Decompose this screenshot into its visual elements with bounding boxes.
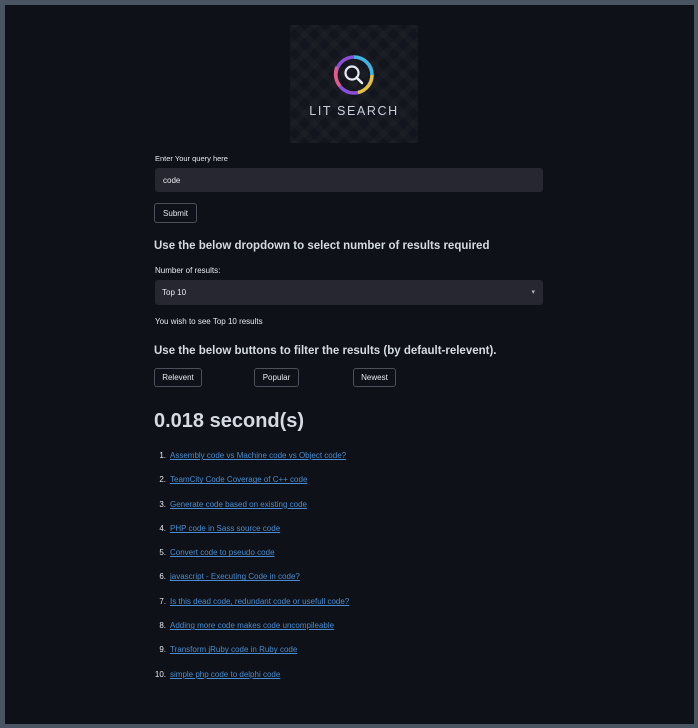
result-number: 9.	[159, 645, 166, 655]
result-link[interactable]: TeamCity Code Coverage of C++ code	[170, 473, 307, 487]
result-link[interactable]: PHP code in Sass source code	[170, 522, 280, 536]
result-number: 8.	[159, 621, 166, 631]
result-number: 1.	[159, 451, 166, 460]
relevent-button[interactable]: Relevent	[154, 368, 202, 387]
list-item: 1. Assembly code vs Machine code vs Obje…	[150, 449, 570, 473]
query-input[interactable]	[155, 168, 543, 192]
result-number: 6.	[159, 572, 166, 582]
lit-search-logo: LIT SEARCH	[290, 25, 418, 143]
result-number: 10.	[154, 669, 166, 679]
results-count-value: Top 10	[162, 288, 187, 297]
result-number: 2.	[159, 475, 166, 485]
submit-button[interactable]: Submit	[154, 203, 197, 223]
result-link[interactable]: Transform jRuby code in Ruby code	[170, 643, 297, 657]
results-info-text: You wish to see Top 10 results	[155, 317, 263, 326]
result-number: 3.	[159, 499, 166, 509]
magnifier-icon	[333, 55, 374, 95]
result-number: 5.	[159, 548, 166, 558]
list-item: 5. Convert code to pseudo code	[150, 546, 570, 570]
list-item: 9. Transform jRuby code in Ruby code	[150, 643, 570, 667]
list-item: 3. Generate code based on existing code	[150, 498, 570, 522]
result-link[interactable]: Is this dead code, redundant code or use…	[170, 595, 349, 609]
result-link[interactable]: Assembly code vs Machine code vs Object …	[170, 449, 346, 463]
list-item: 4. PHP code in Sass source code	[150, 522, 570, 546]
dropdown-heading: Use the below dropdown to select number …	[154, 240, 490, 252]
popular-button[interactable]: Popular	[254, 368, 299, 387]
result-link[interactable]: simple php code to delphi code	[170, 668, 280, 682]
result-number: 7.	[159, 596, 166, 606]
app-frame: LIT SEARCH Enter Your query here Submit …	[5, 5, 694, 724]
result-number: 4.	[159, 523, 166, 533]
list-item: 10. simple php code to delphi code	[150, 668, 570, 692]
search-time: 0.018 second(s)	[154, 410, 305, 432]
filter-heading: Use the below buttons to filter the resu…	[154, 345, 497, 357]
list-item: 6. javascript - Executing Code in code?	[150, 570, 570, 594]
results-count-select[interactable]: Top 10 ▾	[155, 280, 543, 305]
results-count-label: Number of results:	[155, 266, 221, 275]
results-list: 1. Assembly code vs Machine code vs Obje…	[150, 449, 570, 692]
result-link[interactable]: javascript - Executing Code in code?	[170, 570, 300, 584]
result-link[interactable]: Generate code based on existing code	[170, 498, 307, 512]
result-link[interactable]: Convert code to pseudo code	[170, 546, 275, 560]
list-item: 7. Is this dead code, redundant code or …	[150, 595, 570, 619]
logo-text: LIT SEARCH	[309, 104, 399, 118]
chevron-down-icon: ▾	[531, 289, 535, 296]
newest-button[interactable]: Newest	[353, 368, 396, 387]
list-item: 8. Adding more code makes code uncompile…	[150, 619, 570, 643]
result-link[interactable]: Adding more code makes code uncompileabl…	[170, 619, 334, 633]
query-label: Enter Your query here	[155, 154, 228, 163]
list-item: 2. TeamCity Code Coverage of C++ code	[150, 473, 570, 497]
